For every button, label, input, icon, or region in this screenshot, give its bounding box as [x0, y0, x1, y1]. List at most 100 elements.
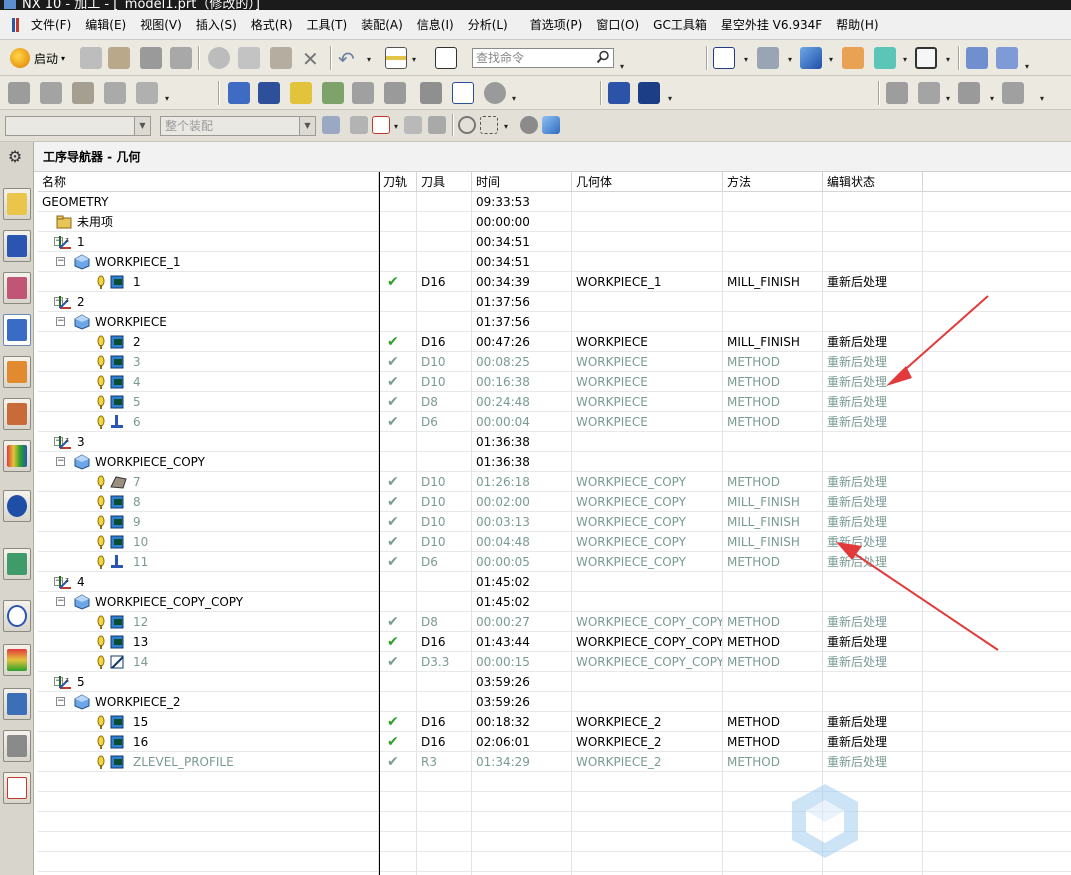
color-palette-tab[interactable] — [3, 644, 31, 676]
save-icon[interactable] — [140, 47, 162, 69]
cut-icon[interactable] — [208, 47, 230, 69]
column-edit-status[interactable]: 编辑状态 — [823, 172, 923, 192]
operation-row[interactable]: 2 ✔ D16 00:47:26 WORKPIECE MILL_FINISH 重新后处理 — [38, 332, 1071, 352]
menu-preferences[interactable]: 首选项(P) — [523, 10, 590, 40]
create-method-icon[interactable] — [104, 82, 126, 104]
post-process-icon[interactable] — [452, 82, 474, 104]
tree-node-row[interactable]: − WORKPIECE_1 00:34:51 — [38, 252, 1071, 272]
delete-icon[interactable]: ✕ — [302, 47, 319, 71]
menu-grip-icon[interactable] — [6, 16, 20, 34]
history-clock-tab[interactable] — [3, 600, 31, 632]
collapse-icon[interactable]: − — [56, 317, 65, 326]
operation-row[interactable]: 16 ✔ D16 02:06:01 WORKPIECE_2 METHOD 重新后处理 — [38, 732, 1071, 752]
operation-navigator-tab[interactable] — [3, 314, 31, 346]
process-studio-tab[interactable] — [3, 688, 31, 720]
information-tab[interactable] — [3, 490, 31, 522]
sim-step-icon[interactable] — [918, 82, 940, 104]
operation-row[interactable]: 13 ✔ D16 01:43:44 WORKPIECE_COPY_COPY METHOD 重… — [38, 632, 1071, 652]
operation-row[interactable]: 3 ✔ D10 00:08:25 WORKPIECE METHOD 重新后处理 — [38, 352, 1071, 372]
operation-row[interactable]: 12 ✔ D8 00:00:27 WORKPIECE_COPY_COPY METHOD 重新… — [38, 612, 1071, 632]
tree-node-row[interactable]: − z 1 00:34:51 — [38, 232, 1071, 252]
column-name[interactable]: 名称 — [38, 172, 379, 192]
sim-play-icon[interactable] — [886, 82, 908, 104]
menu-edit[interactable]: 编辑(E) — [78, 10, 133, 40]
web-browser-tab[interactable] — [3, 548, 31, 580]
assembly-navigator-tab[interactable] — [3, 188, 31, 220]
menu-analysis[interactable]: 分析(L) — [461, 10, 515, 40]
new-file-icon[interactable] — [80, 47, 102, 69]
operation-row[interactable]: 1 ✔ D16 00:34:39 WORKPIECE_1 MILL_FINISH 重新后处理 — [38, 272, 1071, 292]
menu-gc-toolbox[interactable]: GC工具箱 — [646, 10, 714, 40]
background-icon[interactable] — [915, 47, 937, 69]
verify-toolpath-icon[interactable] — [420, 82, 442, 104]
select-box-icon[interactable] — [372, 116, 390, 134]
type-filter-select[interactable]: ▼ — [5, 116, 151, 136]
operation-row[interactable]: 11 ✔ D6 00:00:05 WORKPIECE_COPY METHOD 重新后处理 — [38, 552, 1071, 572]
snap-point-icon[interactable] — [350, 116, 368, 134]
replay-toolpath-icon[interactable] — [384, 82, 406, 104]
menu-assembly[interactable]: 装配(A) — [354, 10, 410, 40]
shop-docs-icon[interactable] — [484, 82, 506, 104]
tree-node-row[interactable]: − WORKPIECE 01:37:56 — [38, 312, 1071, 332]
tree-node-row[interactable]: − z 5 03:59:26 — [38, 672, 1071, 692]
menu-help[interactable]: 帮助(H) — [829, 10, 885, 40]
machine-navigator-tab[interactable] — [3, 356, 31, 388]
create-geometry-icon[interactable] — [72, 82, 94, 104]
open-folder-icon[interactable] — [108, 47, 130, 69]
search-icon[interactable] — [596, 50, 610, 64]
operation-row[interactable]: 4 ✔ D10 00:16:38 WORKPIECE METHOD 重新后处理 — [38, 372, 1071, 392]
menu-file[interactable]: 文件(F) — [24, 10, 78, 40]
feature-group-icon[interactable] — [638, 82, 660, 104]
tree-node-row[interactable]: − z 2 01:37:56 — [38, 292, 1071, 312]
operation-row[interactable]: 10 ✔ D10 00:04:48 WORKPIECE_COPY MILL_FINISH 重… — [38, 532, 1071, 552]
program-order-view-icon[interactable] — [228, 82, 250, 104]
print-icon[interactable] — [170, 47, 192, 69]
menu-view[interactable]: 视图(V) — [133, 10, 189, 40]
measure-icon[interactable] — [385, 47, 407, 69]
menu-information[interactable]: 信息(I) — [410, 10, 461, 40]
operation-row[interactable]: 7 ✔ D10 01:26:18 WORKPIECE_COPY METHOD 重新后处理 — [38, 472, 1071, 492]
select-circle-icon[interactable] — [458, 116, 476, 134]
menu-format[interactable]: 格式(R) — [244, 10, 300, 40]
create-operation-icon[interactable] — [136, 82, 158, 104]
transform-icon[interactable] — [996, 47, 1018, 69]
paste-icon[interactable] — [270, 47, 292, 69]
undo-icon[interactable]: ↶ — [338, 47, 355, 71]
operation-row[interactable]: 5 ✔ D8 00:24:48 WORKPIECE METHOD 重新后处理 — [38, 392, 1071, 412]
feature-navigator-icon[interactable] — [608, 82, 630, 104]
column-geometry[interactable]: 几何体 — [572, 172, 723, 192]
operation-row[interactable]: 9 ✔ D10 00:03:13 WORKPIECE_COPY MILL_FINISH 重新… — [38, 512, 1071, 532]
machine-tool-view-icon[interactable] — [258, 82, 280, 104]
select-rect-icon[interactable] — [480, 116, 498, 134]
render-style-icon[interactable] — [757, 47, 779, 69]
collapse-icon[interactable]: − — [56, 597, 65, 606]
collapse-icon[interactable]: − — [56, 257, 65, 266]
shaded-body-icon[interactable] — [520, 116, 538, 134]
tree-node-row[interactable]: 未用项 00:00:00 — [38, 212, 1071, 232]
snap-mid-icon[interactable] — [428, 116, 446, 134]
menu-tools[interactable]: 工具(T) — [300, 10, 355, 40]
constraint-navigator-tab[interactable] — [3, 230, 31, 262]
generate-toolpath-icon[interactable] — [352, 82, 374, 104]
fit-view-icon[interactable] — [713, 47, 735, 69]
tree-node-row[interactable]: − WORKPIECE_COPY_COPY 01:45:02 — [38, 592, 1071, 612]
tree-node-row[interactable]: − z 3 01:36:38 — [38, 432, 1071, 452]
start-button[interactable]: 启动 ▾ — [10, 47, 65, 69]
tree-node-row[interactable]: GEOMETRY 09:33:53 — [38, 192, 1071, 212]
method-view-icon[interactable] — [322, 82, 344, 104]
command-search-input[interactable]: 查找命令 — [472, 48, 614, 68]
column-time[interactable]: 时间 — [472, 172, 572, 192]
reuse-library-tab[interactable] — [3, 398, 31, 430]
create-tool-icon[interactable] — [40, 82, 62, 104]
operation-row[interactable]: 15 ✔ D16 00:18:32 WORKPIECE_2 METHOD 重新后处理 — [38, 712, 1071, 732]
collapse-icon[interactable]: − — [56, 697, 65, 706]
operation-row[interactable]: 8 ✔ D10 00:02:00 WORKPIECE_COPY MILL_FINISH 重新… — [38, 492, 1071, 512]
create-program-icon[interactable] — [8, 82, 30, 104]
geometry-view-icon[interactable] — [290, 82, 312, 104]
move-object-icon[interactable] — [966, 47, 988, 69]
solid-body-icon[interactable] — [542, 116, 560, 134]
operation-row[interactable]: 14 ✔ D3.3 00:00:15 WORKPIECE_COPY_COPY METHOD… — [38, 652, 1071, 672]
column-toolpath[interactable]: 刀轨 — [379, 172, 417, 192]
operation-row[interactable]: 6 ✔ D6 00:00:04 WORKPIECE METHOD 重新后处理 — [38, 412, 1071, 432]
sim-end-icon[interactable] — [1002, 82, 1024, 104]
